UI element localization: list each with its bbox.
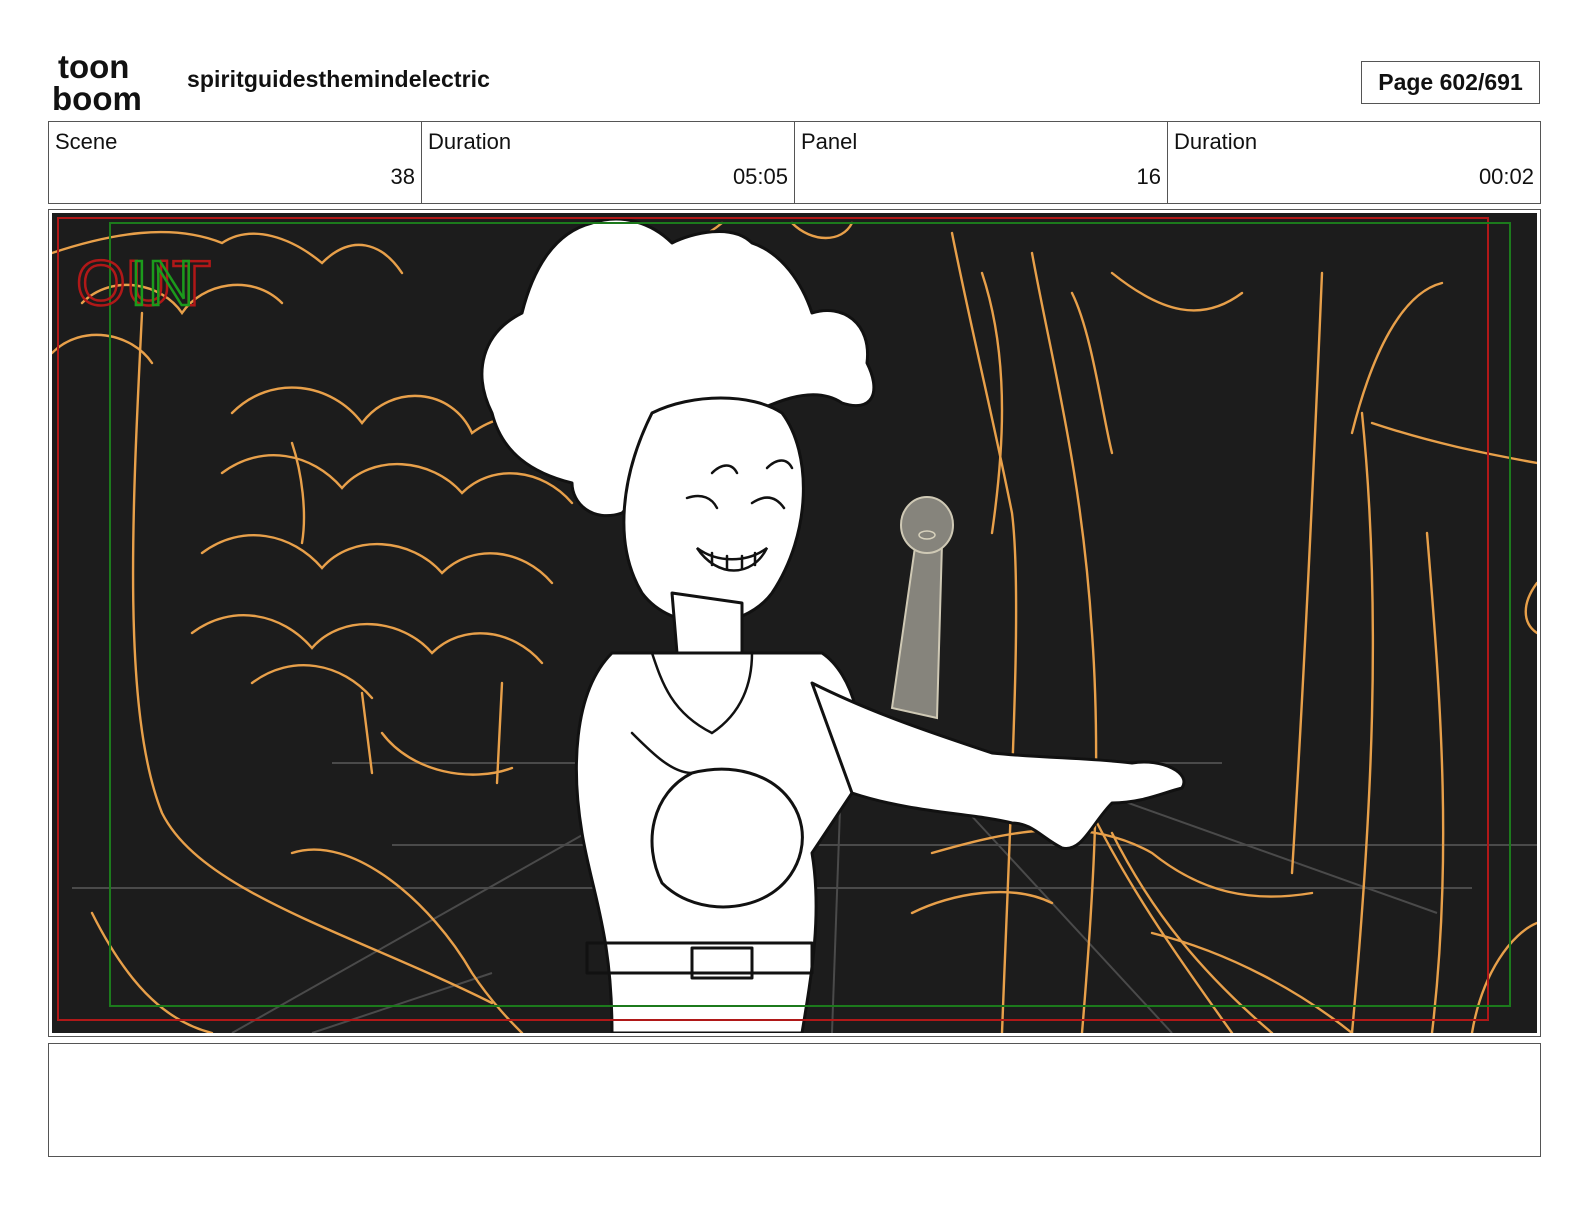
project-title: spiritguidesthemindelectric (187, 66, 491, 92)
character (480, 217, 1186, 1033)
panel-frame: OUT IN (48, 209, 1541, 1037)
scene-duration-label: Duration (428, 129, 512, 154)
panel-duration-label: Duration (1174, 129, 1258, 154)
scene-duration-value: 05:05 (732, 164, 788, 189)
panel-duration-value: 00:02 (1478, 164, 1534, 189)
panel-label: Panel (801, 129, 858, 154)
scene-cell: Scene 38 (49, 122, 422, 203)
page-number: Page 602/691 (1361, 61, 1540, 104)
panel-duration-cell: Duration 00:02 (1168, 122, 1540, 203)
panel-value: 16 (1136, 164, 1161, 189)
scene-duration-cell: Duration 05:05 (422, 122, 795, 203)
spirit-figure (890, 496, 954, 720)
scene-value: 38 (390, 164, 415, 189)
storyboard-drawing: OUT IN (52, 217, 1537, 1033)
panel-info-strip: Scene 38 Duration 05:05 Panel 16 Duratio… (48, 121, 1541, 204)
panel-notes[interactable] (48, 1043, 1541, 1157)
in-overlay-label: IN (130, 247, 194, 319)
logo-text-bottom: boom (52, 80, 142, 114)
scene-label: Scene (55, 129, 118, 154)
toonboom-logo: toon boom (52, 50, 142, 114)
panel-artwork: OUT IN (52, 213, 1537, 1033)
panel-cell: Panel 16 (795, 122, 1168, 203)
